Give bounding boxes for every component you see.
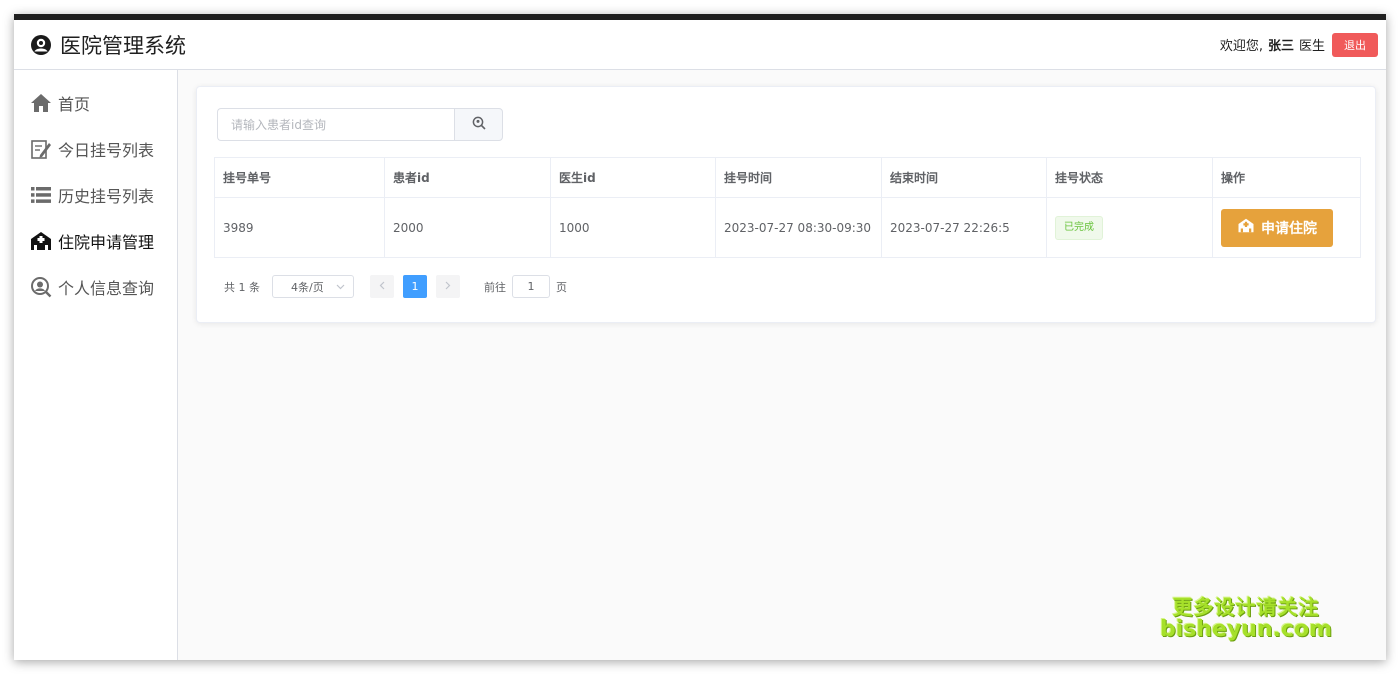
sidebar-item-label: 首页 (58, 95, 91, 114)
page-size-select[interactable]: 4条/页 (272, 275, 354, 298)
edit-icon (30, 138, 52, 160)
column-header: 患者id (384, 157, 551, 198)
cell-status: 已完成 (1046, 197, 1213, 258)
sidebar-item-label: 今日挂号列表 (58, 141, 155, 160)
user-role: 医生 (1298, 39, 1325, 54)
registration-card: 挂号单号 患者id 医生id 挂号时间 结束时间 挂号状态 操作 3989 20 (196, 86, 1376, 323)
prev-page-button[interactable] (370, 275, 394, 298)
cell-reg-time: 2023-07-27 08:30-09:30 (715, 197, 882, 258)
search-icon (472, 115, 486, 134)
app-window: 医院管理系统 欢迎您, 张三 医生 退出 首页 今日挂号列表 历史挂号列表 住院… (14, 14, 1386, 660)
status-badge: 已完成 (1055, 215, 1103, 240)
sidebar-item-label: 住院申请管理 (58, 233, 155, 252)
header: 医院管理系统 欢迎您, 张三 医生 退出 (14, 20, 1386, 70)
app-title: 医院管理系统 (60, 33, 186, 58)
column-header: 挂号时间 (715, 157, 882, 198)
column-header: 挂号状态 (1046, 157, 1213, 198)
watermark-line-1: 更多设计请关注 (1172, 595, 1320, 619)
pagination-total: 共 1 条 (224, 280, 260, 294)
sidebar: 首页 今日挂号列表 历史挂号列表 住院申请管理 个人信息查询 (14, 70, 178, 660)
hospital-icon (30, 230, 52, 252)
cell-doctor-id: 1000 (550, 197, 716, 258)
cell-reg-no: 3989 (214, 197, 385, 258)
brand: 医院管理系统 (30, 30, 186, 60)
table-header-row: 挂号单号 患者id 医生id 挂号时间 结束时间 挂号状态 操作 (214, 157, 1361, 198)
pagination: 共 1 条 4条/页 1 前往 1 页 (224, 275, 567, 298)
search-button[interactable] (454, 108, 503, 141)
goto-prefix: 前往 (484, 280, 506, 294)
user-name: 张三 (1267, 39, 1294, 54)
watermark-line-2: bisheyun.com (1160, 617, 1333, 642)
list-icon (30, 184, 52, 206)
registration-table: 挂号单号 患者id 医生id 挂号时间 结束时间 挂号状态 操作 3989 20 (214, 157, 1361, 258)
chevron-down-icon (336, 280, 345, 293)
cell-action: 申请住院 (1212, 197, 1361, 258)
apply-hospitalization-button[interactable]: 申请住院 (1221, 208, 1333, 247)
user-area: 欢迎您, 张三 医生 退出 (1219, 32, 1378, 57)
cell-end-time: 2023-07-27 22:26:5 (881, 197, 1047, 258)
sidebar-item-label: 个人信息查询 (58, 279, 155, 298)
user-search-icon (30, 276, 52, 298)
sidebar-item-personal-info[interactable]: 个人信息查询 (14, 264, 177, 310)
column-header: 挂号单号 (214, 157, 385, 198)
welcome-text: 欢迎您, (1219, 39, 1263, 54)
sidebar-item-hospitalization-management[interactable]: 住院申请管理 (14, 218, 177, 264)
sidebar-item-home[interactable]: 首页 (14, 80, 177, 126)
chevron-right-icon (445, 280, 451, 293)
sidebar-item-history-registrations[interactable]: 历史挂号列表 (14, 172, 177, 218)
watermark: 更多设计请关注 bisheyun.com (1160, 596, 1332, 642)
hospital-icon (1237, 218, 1255, 237)
cell-patient-id: 2000 (384, 197, 551, 258)
column-header: 医生id (550, 157, 716, 198)
goto-page-input[interactable] (512, 275, 550, 298)
main-content: 挂号单号 患者id 医生id 挂号时间 结束时间 挂号状态 操作 3989 20 (178, 70, 1386, 660)
search-bar (217, 108, 503, 141)
chevron-left-icon (379, 280, 385, 293)
page-jump: 前往 页 (484, 275, 567, 298)
home-icon (30, 92, 52, 114)
column-header: 结束时间 (881, 157, 1047, 198)
column-header: 操作 (1212, 157, 1361, 198)
apply-hospitalization-label: 申请住院 (1261, 220, 1317, 237)
goto-suffix: 页 (556, 280, 567, 294)
logout-button[interactable]: 退出 (1332, 32, 1378, 57)
doctor-logo-icon (30, 34, 52, 56)
patient-id-search-input[interactable] (217, 108, 454, 141)
sidebar-item-today-registrations[interactable]: 今日挂号列表 (14, 126, 177, 172)
page-number-button[interactable]: 1 (403, 275, 427, 298)
next-page-button[interactable] (436, 275, 460, 298)
page-size-value: 4条/页 (291, 280, 324, 294)
sidebar-item-label: 历史挂号列表 (58, 187, 155, 206)
table-row: 3989 2000 1000 2023-07-27 08:30-09:30 20… (214, 197, 1361, 258)
body-area: 首页 今日挂号列表 历史挂号列表 住院申请管理 个人信息查询 请输入患者id查询… (14, 70, 1386, 660)
